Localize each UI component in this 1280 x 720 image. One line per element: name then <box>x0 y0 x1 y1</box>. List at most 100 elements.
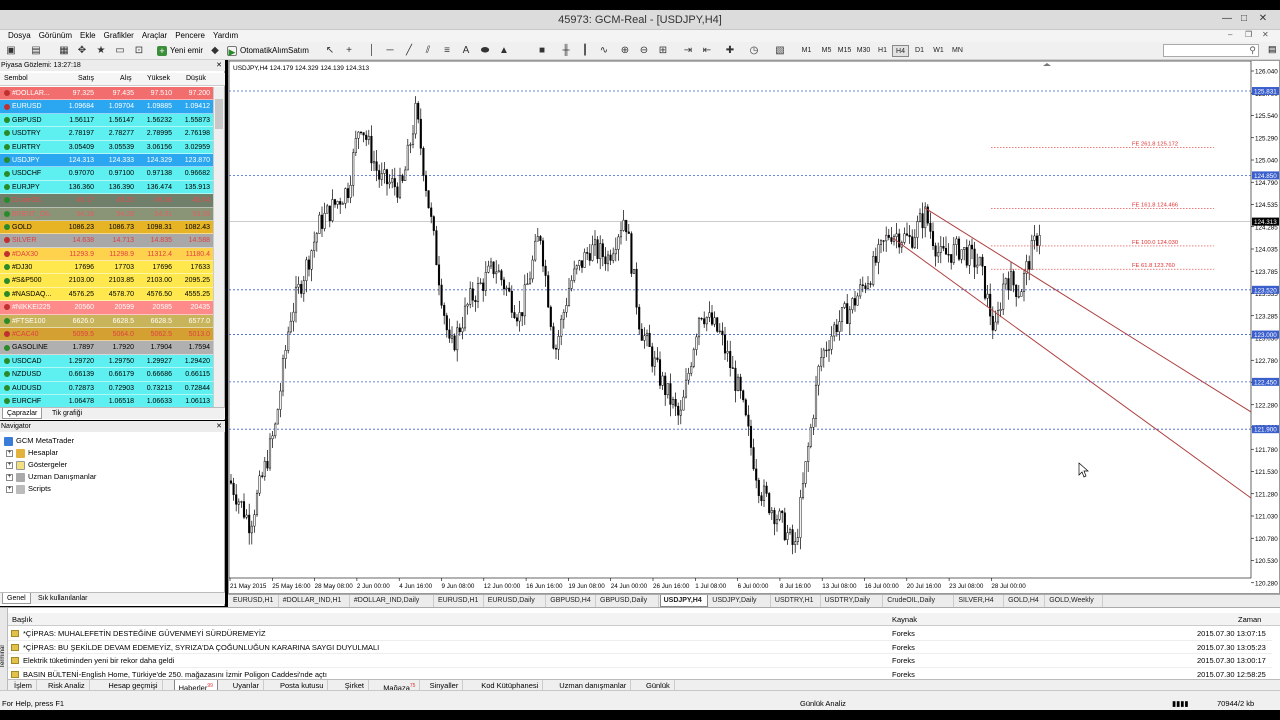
nav-item-experts[interactable]: + Uzman Danışmanlar <box>6 471 96 482</box>
market-watch-row[interactable]: CrudeOIL 49.17 49.25 49.36 48.54 <box>0 194 213 208</box>
tf-w1[interactable]: W1 <box>930 45 947 57</box>
market-watch-row[interactable]: BRENT_OIL 54.18 54.28 54.31 53.39 <box>0 207 213 221</box>
nav-item-indicators[interactable]: + Göstergeler <box>6 459 67 470</box>
bar-chart-icon[interactable]: ╫ <box>558 44 574 58</box>
col-low[interactable]: Düşük <box>186 75 206 82</box>
menu-item-pencere[interactable]: Pencere <box>175 30 205 41</box>
col-high[interactable]: Yüksek <box>147 75 170 82</box>
market-watch-row[interactable]: #NASDAQ... 4576.25 4578.70 4576.50 4555.25 <box>0 287 213 302</box>
chart-tab[interactable]: USDTRY,H1 <box>772 595 821 607</box>
child-restore-icon[interactable]: ❐ <box>1245 30 1252 39</box>
expand-icon[interactable]: + <box>6 461 13 469</box>
candle-chart-icon[interactable]: ┃ <box>577 44 593 58</box>
help-icon[interactable]: ▤ <box>1268 44 1277 55</box>
market-watch-row[interactable]: USDTRY 2.78197 2.78277 2.78995 2.76198 <box>0 127 213 141</box>
market-watch-row[interactable]: #DOLLAR... 97.325 97.435 97.510 97.200 <box>0 87 213 101</box>
menu-item-araclar[interactable]: Araçlar <box>142 30 167 41</box>
expand-icon[interactable]: + <box>6 485 13 493</box>
cursor-icon[interactable]: ↖ <box>322 44 338 58</box>
minimize-icon[interactable]: — <box>1220 12 1234 26</box>
chart-tab[interactable]: GOLD,Weekly <box>1046 595 1104 607</box>
menu-item-grafikler[interactable]: Grafikler <box>104 30 134 41</box>
tab-tick-chart[interactable]: Tik grafiği <box>48 408 86 419</box>
line-chart-icon[interactable]: ∿ <box>596 44 612 58</box>
chart-tab[interactable]: USDJPY,Daily <box>709 595 771 607</box>
menu-item-dosya[interactable]: Dosya <box>8 30 31 41</box>
col-ask[interactable]: Alış <box>120 75 132 82</box>
tester-icon[interactable]: ⊡ <box>131 44 147 58</box>
indicators-icon[interactable]: ✚ <box>722 44 738 58</box>
market-watch-row[interactable]: USDCAD 1.29720 1.29750 1.29927 1.29420 <box>0 354 213 369</box>
text-icon[interactable]: A <box>458 44 474 58</box>
shapes-icon[interactable]: ■ <box>534 44 550 58</box>
market-watch-row[interactable]: USDCHF 0.97070 0.97100 0.97138 0.96682 <box>0 167 213 181</box>
child-close-icon[interactable]: ✕ <box>1262 30 1269 39</box>
tf-m15[interactable]: M15 <box>836 45 853 57</box>
chart-tab[interactable]: USDJPY,H4 <box>659 595 709 607</box>
close-icon[interactable]: ✕ <box>216 421 222 432</box>
terminal-icon[interactable]: ▭ <box>112 44 128 58</box>
tf-m1[interactable]: M1 <box>798 45 815 57</box>
tab-general[interactable]: Genel <box>2 593 31 604</box>
market-watch-row[interactable]: #DAX30 11293.9 11298.9 11312.4 11180.4 <box>0 247 213 262</box>
tf-mn[interactable]: MN <box>949 45 966 57</box>
crosshair-icon[interactable]: + <box>341 44 357 58</box>
chart-tab[interactable]: #DOLLAR_IND,H1 <box>280 595 350 607</box>
col-symbol[interactable]: Sembol <box>4 75 28 82</box>
nav-item-accounts[interactable]: + Hesaplar <box>6 447 58 458</box>
tf-m5[interactable]: M5 <box>818 45 835 57</box>
nav-item-scripts[interactable]: + Scripts <box>6 483 51 494</box>
chart-tab[interactable]: EURUSD,Daily <box>485 595 547 607</box>
search-input[interactable]: ⚲ <box>1163 44 1259 57</box>
col-title[interactable]: Başlık <box>12 613 32 626</box>
chart-tab[interactable]: GBPUSD,Daily <box>597 595 659 607</box>
fibo-icon[interactable]: ≡ <box>439 44 455 58</box>
expand-icon[interactable]: + <box>6 449 13 457</box>
close-icon[interactable]: ✕ <box>216 60 222 71</box>
tf-h1[interactable]: H1 <box>874 45 891 57</box>
market-watch-row[interactable]: EURJPY 136.360 136.390 136.474 135.913 <box>0 180 213 195</box>
metaeditor-icon[interactable]: ◆ <box>207 44 223 58</box>
maximize-icon[interactable]: □ <box>1237 12 1251 26</box>
label-icon[interactable]: ⬬ <box>477 44 493 58</box>
tf-d1[interactable]: D1 <box>911 45 928 57</box>
market-watch-scrollbar[interactable] <box>213 87 224 407</box>
menu-item-yardim[interactable]: Yardım <box>213 30 238 41</box>
new-chart-icon[interactable]: ▣ <box>3 44 19 58</box>
templates-icon[interactable]: ▧ <box>772 44 788 58</box>
market-watch-row[interactable]: #FTSE100 6626.0 6628.5 6628.5 6577.0 <box>0 314 213 329</box>
market-watch-row[interactable]: #CAC40 5059.5 5064.0 5062.5 5013.0 <box>0 328 213 342</box>
news-row[interactable]: *ÇİPRAS: MUHALEFETİN DESTEĞİNE GÜVENMEYİ… <box>8 627 1272 641</box>
trendline-icon[interactable]: ╱ <box>401 44 417 58</box>
col-source[interactable]: Kaynak <box>892 613 917 626</box>
market-watch-row[interactable]: GASOLINE 1.7897 1.7920 1.7904 1.7594 <box>0 341 213 355</box>
child-minimize-icon[interactable]: – <box>1228 30 1232 39</box>
zoom-in-icon[interactable]: ⊕ <box>617 44 633 58</box>
market-watch-row[interactable]: #S&P500 2103.00 2103.85 2103.00 2095.25 <box>0 274 213 288</box>
chart-tab[interactable]: GOLD,H4 <box>1005 595 1046 607</box>
market-watch-row[interactable]: EURCHF 1.06478 1.06518 1.06633 1.06113 <box>0 394 213 407</box>
market-watch-row[interactable]: #NIKKEI225 20560 20599 20585 20435 <box>0 301 213 315</box>
close-icon[interactable]: ✕ <box>1256 12 1270 26</box>
market-watch-row[interactable]: GBPUSD 1.56117 1.56147 1.56232 1.55873 <box>0 113 213 128</box>
expand-icon[interactable]: + <box>6 473 13 481</box>
market-watch-icon[interactable]: ▦ <box>56 44 72 58</box>
news-row[interactable]: Elektrik tüketiminden yeni bir rekor dah… <box>8 654 1272 668</box>
new-order-button[interactable]: + Yeni emir <box>156 44 203 58</box>
market-watch-row[interactable]: EURUSD 1.09684 1.09704 1.09885 1.09412 <box>0 100 213 114</box>
periods-icon[interactable]: ◷ <box>746 44 762 58</box>
price-chart[interactable]: 126.040125.790125.540125.290125.040124.7… <box>228 60 1279 593</box>
chart-tab[interactable]: CrudeOIL,Daily <box>884 595 955 607</box>
tf-m30[interactable]: M30 <box>855 45 872 57</box>
market-watch-row[interactable]: GOLD 1086.23 1086.73 1098.31 1082.43 <box>0 220 213 235</box>
market-watch-row[interactable]: USDJPY 124.313 124.333 124.329 123.870 <box>0 153 213 168</box>
market-watch-row[interactable]: EURTRY 3.05409 3.05539 3.06156 3.02959 <box>0 140 213 154</box>
vertical-line-icon[interactable]: │ <box>364 44 380 58</box>
tab-crosses[interactable]: Çaprazlar <box>2 408 43 419</box>
data-window-icon[interactable]: ✥ <box>74 44 90 58</box>
chart-tab[interactable]: EURUSD,H1 <box>435 595 484 607</box>
col-time[interactable]: Zaman <box>1238 613 1261 626</box>
market-watch-row[interactable]: #DJ30 17696 17703 17696 17633 <box>0 261 213 275</box>
market-watch-row[interactable]: AUDUSD 0.72873 0.72903 0.73213 0.72844 <box>0 381 213 395</box>
col-bid[interactable]: Satış <box>78 75 94 82</box>
